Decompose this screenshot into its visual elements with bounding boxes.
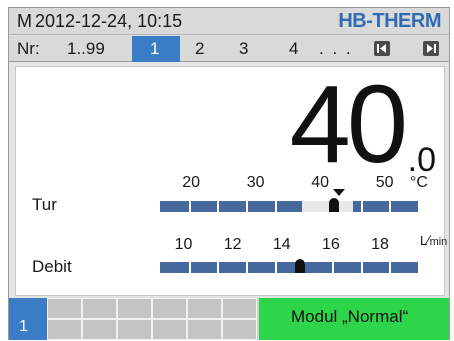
module-grid-cell	[117, 298, 152, 319]
module-tabs: Nr: 1..99 1 2 3 4 . . .	[9, 36, 449, 62]
module-grid-cell	[47, 298, 82, 319]
brand-logo: HB-THERM	[338, 10, 441, 32]
more-modules-ellipsis: . . .	[319, 39, 353, 58]
flow-unit: L∕min	[420, 232, 448, 248]
module-range[interactable]: 1..99	[67, 39, 105, 59]
flow-bar-segment-divider	[389, 262, 392, 273]
page-back-icon[interactable]	[374, 41, 390, 56]
temperature-tolerance-band	[301, 201, 354, 212]
flow-actual-marker	[295, 259, 306, 273]
flow-bar-segment-divider	[217, 262, 220, 273]
module-grid-cell	[152, 319, 187, 340]
controller-screen: M 2012-12-24, 10:15 HB-THERM Nr: 1..99 1…	[8, 7, 450, 340]
page-forward-icon[interactable]	[423, 41, 439, 56]
module-number-label: Nr:	[17, 39, 40, 58]
module-grid-cell	[82, 298, 117, 319]
flow-unit-bottom: min	[429, 236, 448, 248]
flow-bar-segment-divider	[274, 262, 277, 273]
module-grid-cell	[152, 298, 187, 319]
temperature-bar-segment-divider	[188, 201, 191, 212]
tab-module-2[interactable]: 2	[195, 39, 204, 59]
flow-bar-segment-divider	[188, 262, 191, 273]
temperature-tick-label: 40	[311, 174, 330, 191]
flow-bar-segment-divider	[246, 262, 248, 273]
temperature-bar	[160, 201, 418, 212]
temperature-setpoint-marker	[333, 189, 346, 196]
mode-indicator: M	[17, 11, 32, 31]
module-grid-cell	[117, 319, 152, 340]
flow-scale-ticks: 10 12 14 16 18	[16, 236, 446, 256]
flow-tick-label: 14	[272, 236, 291, 253]
date-time: 2012-12-24, 10:15	[35, 11, 183, 31]
header-bar: M 2012-12-24, 10:15 HB-THERM	[9, 8, 449, 35]
tab-module-3[interactable]: 3	[239, 39, 248, 59]
flow-tick-label: 12	[223, 236, 242, 253]
tab-module-1-label: 1	[150, 39, 160, 58]
temperature-bar-segment-divider	[274, 201, 277, 212]
flow-bar-segment-divider	[360, 262, 363, 273]
temperature-scale-ticks: 20 30 40 50	[16, 174, 446, 194]
module-status-message: Modul „Normal“	[259, 298, 449, 340]
active-module-number: 1	[19, 318, 28, 335]
temperature-tick-label: 30	[246, 174, 265, 191]
temperature-bar-segment-divider	[246, 201, 248, 212]
module-grid	[47, 298, 257, 340]
main-panel: 40 .0 20 30 40 50 °C Tur 10 12 14 16 18 L∕min D…	[15, 63, 448, 296]
module-grid-cell	[187, 319, 222, 340]
module-grid-cell	[47, 319, 82, 340]
temperature-tick-label: 50	[375, 174, 394, 191]
active-module-indicator[interactable]: 1	[9, 298, 47, 340]
temperature-readout: 40	[289, 63, 408, 186]
module-grid-cell	[187, 298, 222, 319]
tab-module-4[interactable]: 4	[289, 39, 298, 59]
flow-tick-label: 16	[322, 236, 340, 253]
temperature-label: Tur	[32, 195, 57, 214]
flow-bar	[160, 262, 418, 273]
flow-bar-segment-divider	[332, 262, 334, 273]
temperature-unit: °C	[410, 174, 428, 191]
flow-tick-label: 10	[174, 236, 193, 253]
flow-label: Debit	[32, 257, 72, 276]
tab-module-1[interactable]: 1	[132, 36, 180, 62]
temperature-tick-label: 20	[182, 174, 201, 191]
status-bar: 1 Modul „Normal“	[9, 298, 449, 340]
module-grid-cell	[222, 319, 257, 340]
temperature-bar-segment-divider	[217, 201, 220, 212]
module-status-text: Modul „Normal“	[291, 307, 409, 326]
flow-tick-label: 18	[371, 236, 389, 253]
temperature-actual-marker	[329, 198, 340, 212]
module-grid-cell	[222, 298, 257, 319]
module-grid-cell	[82, 319, 117, 340]
temperature-bar-segment-divider	[360, 201, 363, 212]
temperature-bar-segment-divider	[389, 201, 392, 212]
